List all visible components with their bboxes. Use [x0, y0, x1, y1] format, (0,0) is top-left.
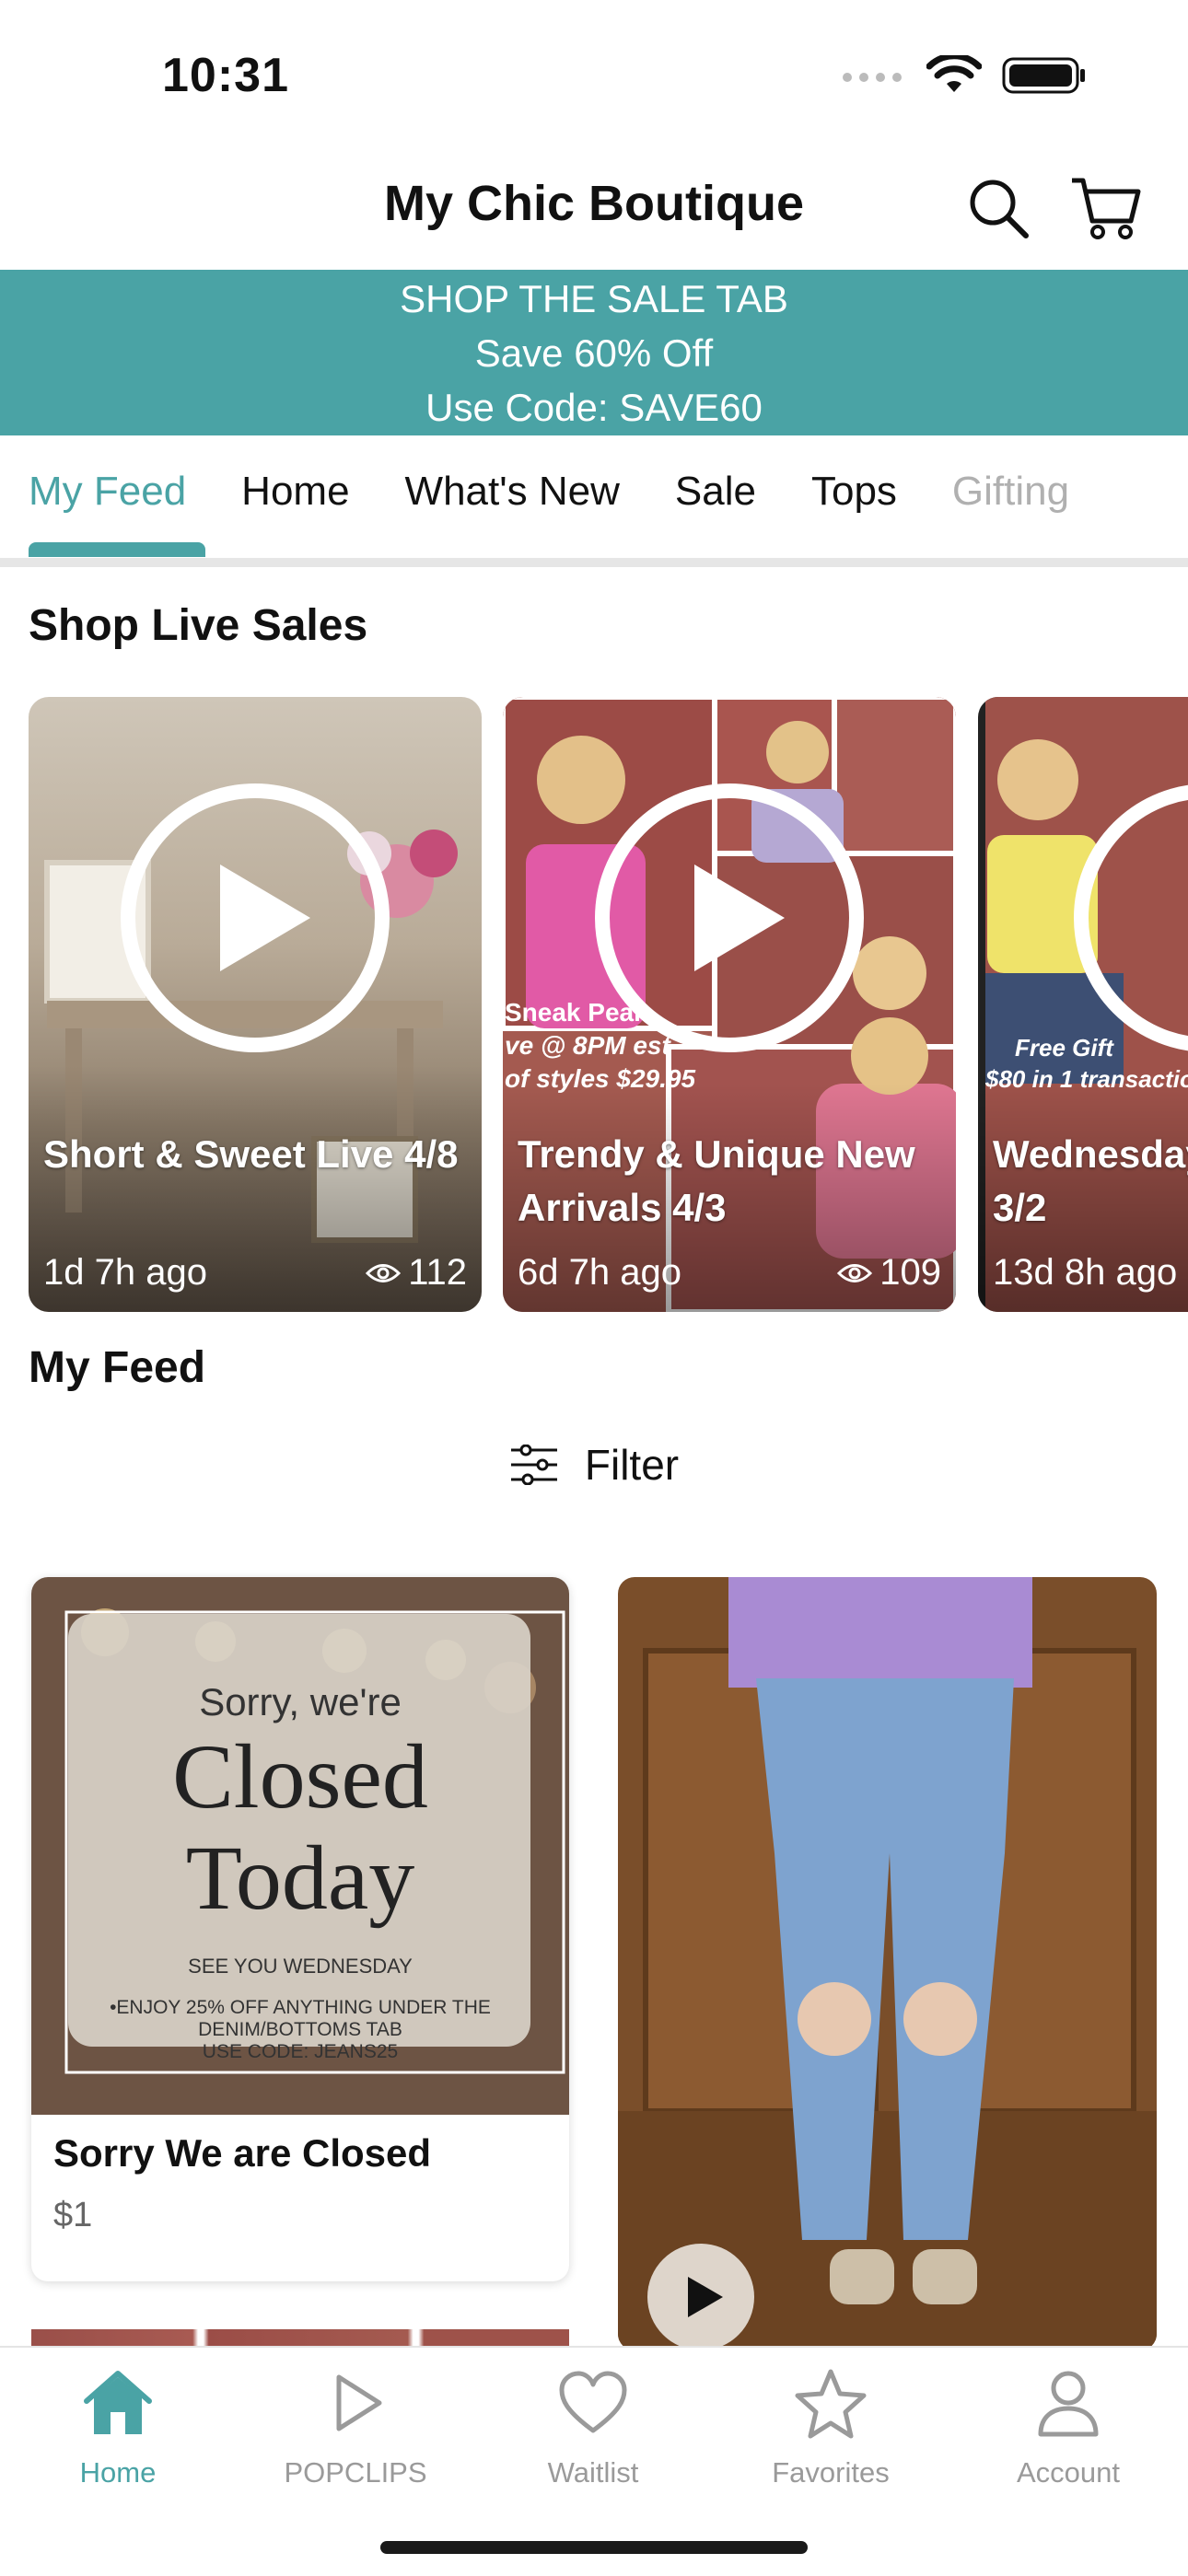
tabbar-item-home[interactable]: Home: [17, 2366, 219, 2489]
play-outline-icon: [336, 2374, 382, 2431]
product-price: $1: [53, 2196, 93, 2234]
status-time: 10:31: [162, 49, 289, 102]
tab-sale[interactable]: Sale: [675, 435, 756, 515]
sign-text: DENIM/BOTTOMS TAB: [198, 2019, 402, 2040]
banner-line-1: SHOP THE SALE TAB: [400, 277, 788, 320]
tabs-divider: [0, 558, 1188, 567]
home-icon: [84, 2371, 152, 2434]
star-icon: [795, 2369, 867, 2439]
live-sale-card[interactable]: Short & Sweet Live 4/8 1d 7h ago 112: [29, 697, 482, 1312]
product-image: Sorry, we're Closed Today SEE YOU WEDNES…: [31, 1577, 569, 2115]
live-card-ago: 13d 8h ago: [993, 1252, 1178, 1293]
sliders-icon: [510, 1445, 557, 1485]
tab-my-feed[interactable]: My Feed: [29, 435, 186, 515]
sign-text: Closed: [172, 1725, 428, 1828]
overlay-text: Free Gift: [1015, 1034, 1114, 1062]
header-actions: [965, 171, 1142, 245]
sign-text: •ENJOY 25% OFF ANYTHING UNDER THE: [110, 1997, 491, 2018]
filter-label: Filter: [584, 1441, 680, 1489]
sign-text: Sorry, we're: [199, 1680, 402, 1723]
product-name: Sorry We are Closed: [53, 2131, 432, 2175]
sign-text: Today: [186, 1827, 415, 1929]
product-image: [618, 1577, 1157, 2350]
tabbar-label: Favorites: [772, 2456, 890, 2489]
eye-icon: [366, 1263, 402, 1282]
active-tab-indicator: [29, 542, 205, 557]
promo-banner[interactable]: SHOP THE SALE TAB Save 60% Off Use Code:…: [0, 270, 1188, 435]
person-icon: [1038, 2371, 1099, 2437]
home-indicator[interactable]: [380, 2541, 808, 2554]
signal-icon: [843, 73, 902, 82]
filter-button[interactable]: Filter: [0, 1440, 1188, 1490]
tab-gifting[interactable]: Gifting: [952, 435, 1069, 515]
views-count: 109: [837, 1252, 941, 1294]
battery-icon: [1002, 57, 1085, 94]
live-sale-card[interactable]: Free Gift $80 in 1 transaction Wednesday…: [978, 697, 1188, 1312]
banner-line-2: Save 60% Off: [474, 331, 714, 375]
tabbar-label: POPCLIPS: [284, 2456, 427, 2489]
views-number: 109: [879, 1252, 941, 1293]
views-number: 112: [408, 1252, 467, 1293]
search-icon[interactable]: [965, 175, 1031, 241]
tabbar-label: Account: [1016, 2456, 1120, 2489]
live-card-title: Trendy & Unique New Arrivals 4/3: [518, 1132, 915, 1229]
play-icon[interactable]: [646, 2242, 756, 2350]
tabbar-item-account[interactable]: Account: [967, 2366, 1170, 2489]
tabbar-item-favorites[interactable]: Favorites: [729, 2366, 932, 2489]
views-count: 112: [366, 1252, 467, 1294]
eye-icon: [837, 1263, 873, 1282]
tabbar-item-waitlist[interactable]: Waitlist: [492, 2366, 694, 2489]
product-video-card[interactable]: [618, 1577, 1157, 2350]
live-card-ago: 1d 7h ago: [43, 1252, 207, 1293]
tab-home[interactable]: Home: [241, 435, 349, 515]
live-card-title: Short & Sweet Live 4/8: [43, 1132, 459, 1176]
tab-whats-new[interactable]: What's New: [405, 435, 620, 515]
sign-text: SEE YOU WEDNESDAY: [188, 1955, 413, 1978]
play-icon[interactable]: [117, 780, 393, 1056]
tabbar-label: Home: [79, 2456, 157, 2489]
cart-icon[interactable]: [1068, 171, 1142, 245]
live-card-meta: 6d 7h ago 109: [518, 1252, 941, 1294]
status-icons: [842, 55, 1087, 96]
heart-icon: [559, 2371, 627, 2433]
banner-line-3: Use Code: SAVE60: [425, 386, 763, 429]
tabbar-label: Waitlist: [547, 2456, 639, 2489]
section-title-feed: My Feed: [29, 1343, 206, 1392]
live-card-ago: 6d 7h ago: [518, 1252, 681, 1293]
tabbar-item-popclips[interactable]: POPCLIPS: [254, 2366, 457, 2489]
product-card[interactable]: Sorry, we're Closed Today SEE YOU WEDNES…: [31, 1577, 569, 2281]
section-title-live: Shop Live Sales: [29, 601, 368, 650]
live-sale-card[interactable]: Sneak Peak ve @ 8PM est of styles $29.95…: [503, 697, 956, 1312]
next-card-peek: [31, 2329, 569, 2348]
live-card-title: Wednesday Arrivals 3/2: [993, 1132, 1188, 1229]
play-icon[interactable]: [591, 780, 868, 1056]
wifi-icon: [926, 55, 982, 92]
sign-text: USE CODE: JEANS25: [203, 2041, 398, 2062]
live-card-meta: 13d 8h ago: [993, 1252, 1177, 1294]
tab-tops[interactable]: Tops: [811, 435, 897, 515]
live-card-meta: 1d 7h ago 112: [43, 1252, 467, 1294]
